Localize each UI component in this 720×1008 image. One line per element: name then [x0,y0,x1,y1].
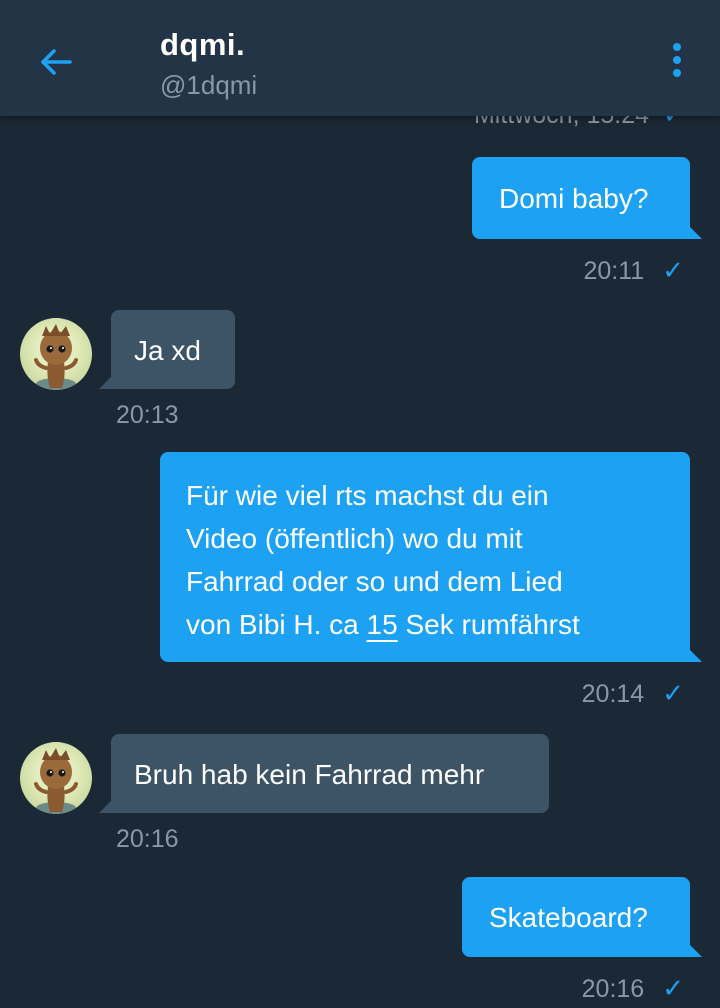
message-text: Ja xd [134,335,201,366]
message-bubble-incoming[interactable]: Ja xd [99,310,235,389]
timestamp-text: 20:13 [116,401,179,429]
check-icon: ✓ [662,973,684,1003]
message-bubble-outgoing[interactable]: Domi baby? [472,157,702,239]
message-timestamp: 20:16 [116,825,179,854]
groot-avatar[interactable] [20,318,92,390]
arrow-left-icon[interactable] [34,40,78,84]
check-icon: ✓ [662,678,684,708]
message-text: Bruh hab kein Fahrrad mehr [134,759,485,790]
timestamp-text: 20:11 [583,257,645,285]
number-link[interactable]: 15 [367,609,398,640]
message-timestamp: 20:13 [116,401,179,430]
check-icon: ✓ [662,255,684,285]
message-line: Video (öffentlich) wo du mit [186,523,523,554]
message-text: Skateboard? [489,902,648,933]
message-line: von Bibi H. ca 15 Sek rumfährst [186,609,580,640]
more-vertical-icon[interactable] [664,40,690,80]
message-text: Domi baby? [499,183,649,214]
conversation-header: dqmi. @1dqmi [0,0,720,116]
message-bubble-incoming[interactable]: Bruh hab kein Fahrrad mehr [99,734,549,813]
message-timestamp: 20:14 ✓ [582,678,684,709]
timestamp-text: 20:14 [581,680,645,708]
message-line: Für wie viel rts machst du ein [186,480,549,511]
message-line: Fahrrad oder so und dem Lied [186,566,563,597]
message-bubble-outgoing[interactable]: Skateboard? [462,877,702,957]
message-timestamp: 20:16 ✓ [582,973,684,1004]
message-text: Für wie viel rts machst du ein Video (öf… [186,474,580,646]
message-timestamp: 20:11 ✓ [583,255,684,286]
timestamp-text: 20:16 [581,975,645,1003]
timestamp-text: 20:16 [116,825,179,853]
groot-avatar[interactable] [20,742,92,814]
contact-name[interactable]: dqmi. [160,27,245,63]
message-bubble-outgoing[interactable]: Für wie viel rts machst du ein Video (öf… [160,452,702,662]
contact-handle: @1dqmi [160,70,258,100]
